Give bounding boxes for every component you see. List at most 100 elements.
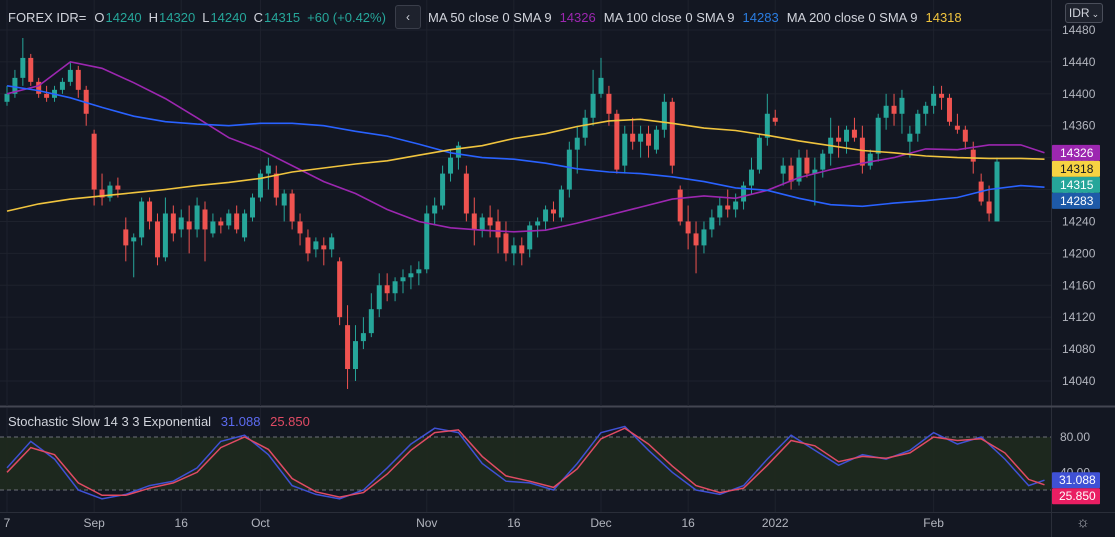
candle [242,209,248,242]
candle [788,157,794,190]
candle-body [67,69,73,82]
candle [558,185,564,222]
candle [764,93,770,146]
candle-body [669,101,675,166]
candle-body [527,225,533,250]
price-tick-label: 14120 [1062,310,1096,324]
candle [360,317,366,350]
candle [281,189,287,222]
candle-body [75,69,81,90]
stochastic-badge-label: 25.850 [1059,489,1096,503]
gear-icon[interactable]: ☼ [1074,514,1092,532]
candle [748,157,754,194]
candle [234,205,240,234]
time-tick-label: 2022 [762,516,789,530]
candle-body [257,173,263,198]
candle-body [804,157,810,174]
candle-body [630,133,636,142]
ma200-label[interactable]: MA 200 close 0 SMA 9 [787,10,918,25]
candle-body [131,237,137,242]
candle-body [289,193,295,222]
candle [851,117,857,142]
symbol-name[interactable]: FOREX IDR= [8,10,86,25]
currency-button[interactable]: IDR ⌄ [1065,3,1103,23]
candle [527,221,533,258]
candle-body [44,93,50,98]
collapse-legend-button[interactable]: ‹ [395,5,421,29]
candle-body [503,233,509,254]
candle-body [931,93,937,106]
candle-body [376,285,382,310]
candle-body [139,201,145,238]
candle [606,85,612,126]
candle-body [772,117,778,122]
candle-body [360,333,366,342]
candle [503,221,509,262]
candle-body [923,105,929,114]
candle-body [915,113,921,134]
candle-body [265,165,271,174]
ma-line [6,118,1045,212]
candle [345,305,351,389]
candle-body [622,133,628,166]
candle [123,217,129,262]
candle [844,125,850,154]
candle-body [764,113,770,138]
candle-body [566,149,572,190]
candle [36,77,42,98]
candle-body [891,105,897,114]
candle [820,149,826,178]
candle [653,125,659,154]
candle [20,37,26,86]
candle [186,205,192,254]
candle-body [994,161,1000,222]
candle [400,269,406,294]
price-tick-label: 14240 [1062,214,1096,228]
candle-body [416,269,422,274]
candle [218,217,224,234]
candle [661,93,667,138]
candle-body [432,205,438,214]
time-tick-label: 16 [175,516,189,530]
candle-body [883,105,889,118]
candle [685,205,691,250]
stochastic-label[interactable]: Stochastic Slow 14 3 3 Exponential [8,414,211,429]
candle [931,85,937,114]
chevron-left-icon: ‹ [406,10,410,24]
candle-body [487,217,493,226]
candle-body [4,93,10,102]
candle-body [463,173,469,214]
candle-body [495,221,501,238]
candle-body [400,277,406,282]
ma50-label[interactable]: MA 50 close 0 SMA 9 [428,10,552,25]
price-badge-label: 14315 [1060,178,1094,192]
candle [448,149,454,182]
candle [384,273,390,302]
ma-line [6,85,1045,208]
price-tick-label: 14480 [1062,23,1096,37]
indicator-legend: MA 50 close 0 SMA 9 14326 MA 100 close 0… [428,7,970,27]
candle [891,93,897,126]
price-badges: 14326 14318 14315 14283 31.088 25.850 [1052,144,1100,505]
candle-body [685,221,691,234]
change-value: +60 (+0.42%) [307,9,386,25]
chart-canvas[interactable]: 1448014440144001436014320142801424014200… [0,0,1115,537]
candle-body [273,173,279,198]
candle-body [162,213,168,258]
candle-body [598,77,604,94]
candle [352,325,358,381]
candle [867,149,873,170]
price-tick-label: 14080 [1062,342,1096,356]
close-label: C [253,9,263,25]
candle-body [424,213,430,270]
time-tick-label: Sep [83,516,105,530]
candle [139,197,145,246]
ma100-label[interactable]: MA 100 close 0 SMA 9 [604,10,735,25]
candle [463,165,469,222]
candle [59,77,65,94]
candle-body [907,133,913,142]
candle-body [170,213,176,234]
candle-body [186,221,192,230]
candle-body [701,229,707,246]
candle-body [352,341,358,370]
